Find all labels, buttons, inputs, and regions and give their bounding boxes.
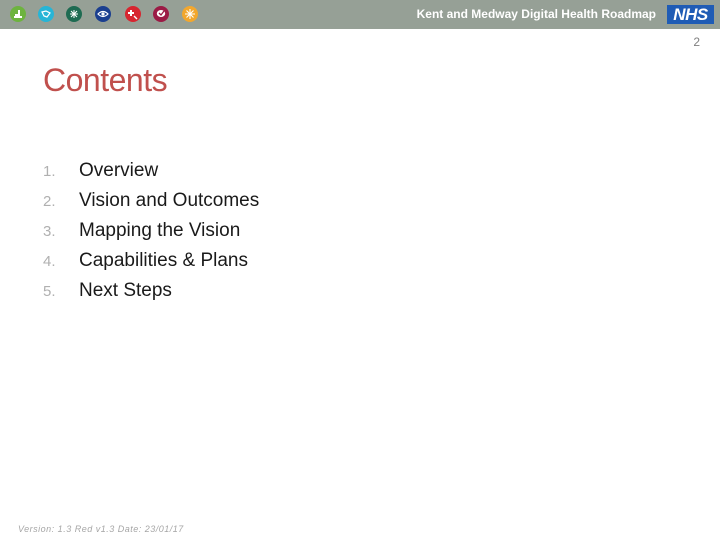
header-title: Kent and Medway Digital Health Roadmap bbox=[416, 7, 656, 21]
item-number: 2. bbox=[43, 193, 56, 210]
home-care-icon bbox=[10, 6, 26, 22]
header-bar: Kent and Medway Digital Health Roadmap N… bbox=[0, 0, 720, 29]
item-label: Capabilities & Plans bbox=[79, 250, 248, 271]
item-label: Mapping the Vision bbox=[79, 220, 241, 241]
item-number: 1. bbox=[43, 163, 56, 180]
puzzle-integration-icon bbox=[66, 6, 82, 22]
item-number: 4. bbox=[43, 253, 56, 270]
item-label: Next Steps bbox=[79, 280, 172, 301]
item-label: Overview bbox=[79, 160, 159, 181]
page-number: 2 bbox=[693, 35, 700, 49]
snowflake-icon bbox=[182, 6, 198, 22]
item-label: Vision and Outcomes bbox=[79, 190, 260, 211]
nhs-logo: NHS bbox=[667, 5, 714, 24]
medical-cross-icon bbox=[125, 6, 141, 22]
version-footer: Version: 1.3 Red v1.3 Date: 23/01/17 bbox=[18, 524, 184, 534]
item-number: 5. bbox=[43, 283, 56, 300]
connected-care-icon bbox=[38, 6, 54, 22]
eye-icon bbox=[95, 6, 111, 22]
item-number: 3. bbox=[43, 223, 56, 240]
page-title: Contents bbox=[43, 62, 168, 98]
heart-speech-icon bbox=[153, 6, 169, 22]
